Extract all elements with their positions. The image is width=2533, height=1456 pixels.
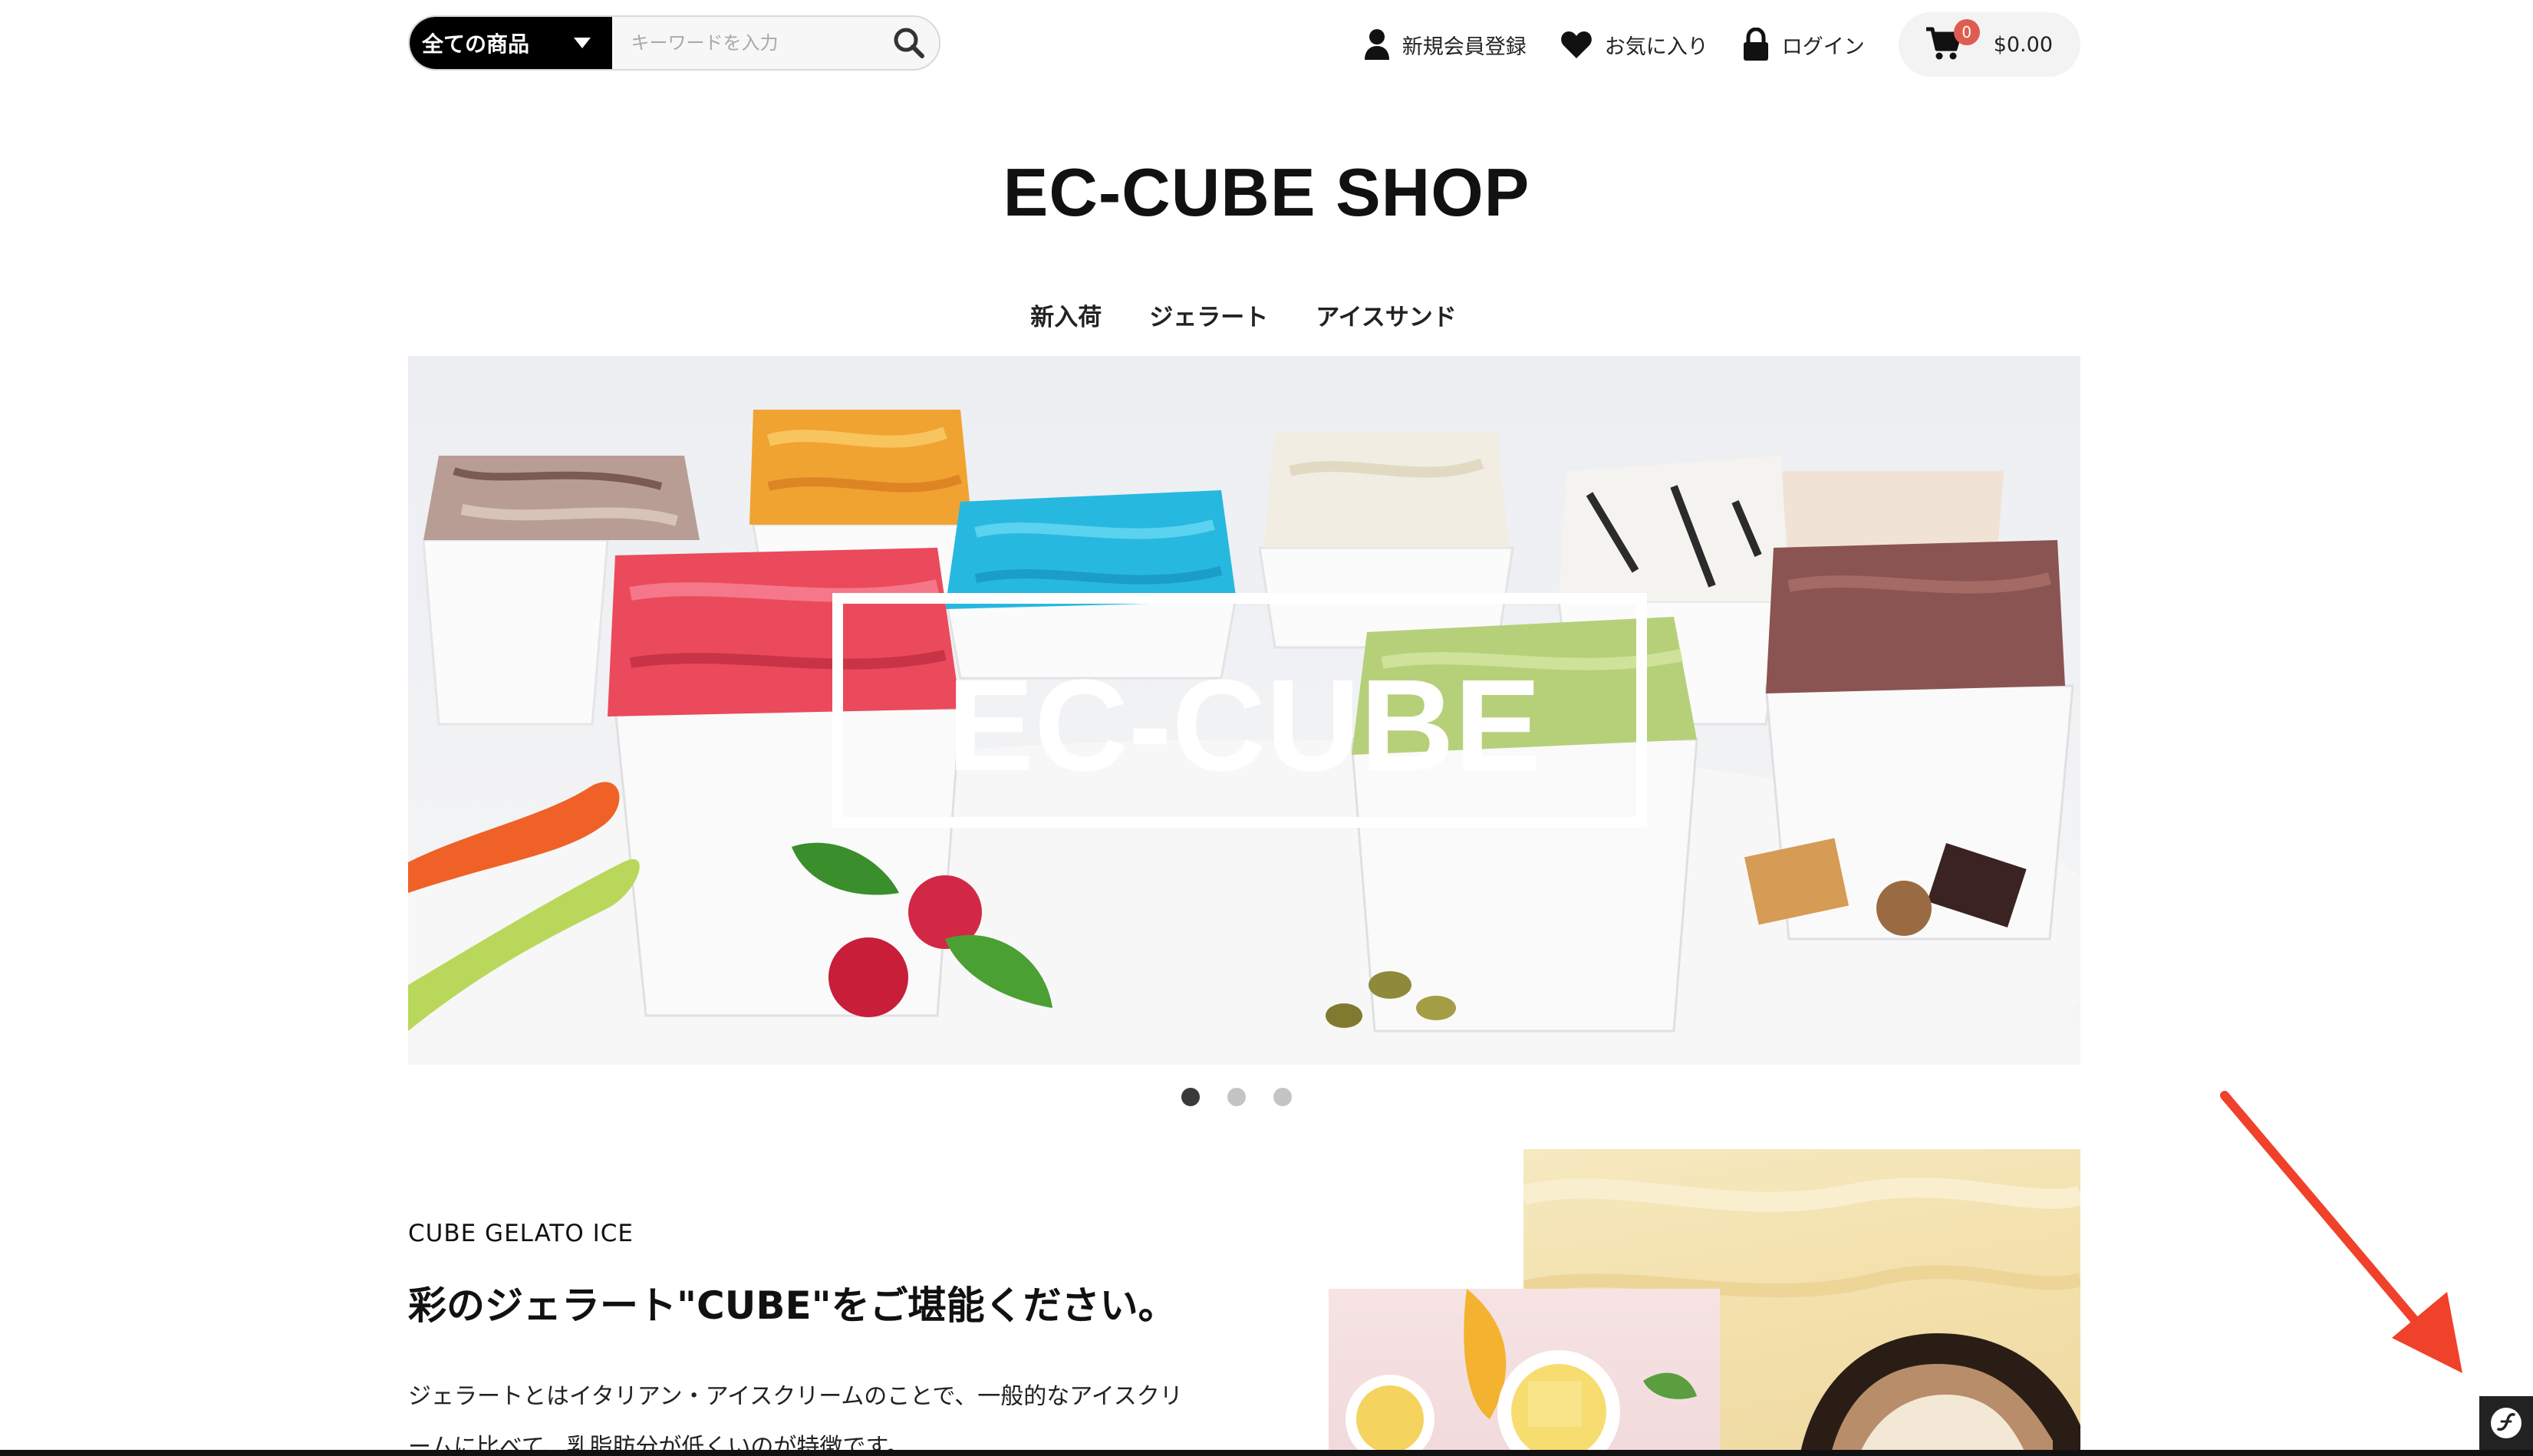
search-button[interactable]: [879, 17, 939, 69]
hero-overlay-text: EC-CUBE: [947, 653, 1541, 799]
favorites-link[interactable]: お気に入り: [1560, 30, 1708, 60]
gelato-cup-white: [1258, 433, 1514, 649]
cart-icon-wrap: 0: [1925, 19, 1980, 64]
hero-slider[interactable]: EC-CUBE: [408, 356, 2080, 1065]
pistachio: [1416, 996, 1456, 1020]
login-label: ログイン: [1781, 35, 1865, 59]
section-body: ジェラートとはイタリアン・アイスクリームのことで、一般的なアイスクリ ームに比べ…: [408, 1372, 1252, 1456]
section-headline: 彩のジェラート"CUBE"をご堪能ください。: [408, 1283, 1177, 1328]
register-link[interactable]: 新規会員登録: [1364, 28, 1527, 61]
shop-logo[interactable]: EC-CUBE SHOP: [0, 153, 2533, 232]
search-bar: 全ての商品: [408, 15, 940, 71]
debug-toolbar-edge: [0, 1450, 2533, 1456]
header: 全ての商品 新規会員登録: [408, 12, 2080, 77]
cart-total: $0.00: [1993, 32, 2053, 57]
section-eyebrow: CUBE GELATO ICE: [408, 1220, 634, 1247]
gelato-cup-blue: [944, 490, 1238, 680]
cart-count-badge: 0: [1953, 19, 1980, 45]
pistachio: [1369, 971, 1411, 999]
gelato-cup-red: [608, 548, 962, 1017]
lock-icon: [1743, 28, 1768, 61]
login-link[interactable]: ログイン: [1742, 28, 1865, 61]
search-input[interactable]: [612, 17, 880, 69]
slider-dot-2[interactable]: [1227, 1088, 1246, 1106]
gnav-item-gelato[interactable]: ジェラート: [1149, 298, 1268, 332]
page: 全ての商品 新規会員登録: [0, 0, 2533, 1456]
search-icon: [894, 28, 925, 58]
header-nav: 新規会員登録 お気に入り ログイン 0 $0.00: [1364, 12, 2080, 77]
global-nav: 新入荷 ジェラート アイスサンド: [0, 298, 2487, 332]
mango-gelato-photo: [1329, 1289, 1720, 1456]
gnav-item-ice-sandwich[interactable]: アイスサンド: [1316, 298, 1457, 332]
symfony-icon: [2491, 1408, 2521, 1438]
raspberry: [828, 937, 908, 1017]
slider-dots: [1181, 1088, 1292, 1106]
hazelnut: [1876, 881, 1932, 936]
gnav-item-new[interactable]: 新入荷: [1030, 298, 1102, 332]
pistachio: [1326, 1003, 1362, 1028]
register-label: 新規会員登録: [1402, 35, 1527, 59]
hero-image: EC-CUBE: [408, 410, 2080, 1065]
slider-dot-1[interactable]: [1181, 1088, 1200, 1106]
slider-dot-3[interactable]: [1273, 1088, 1292, 1106]
cart-button[interactable]: 0 $0.00: [1898, 12, 2080, 77]
user-icon: [1364, 29, 1389, 60]
mango-gelato-image: [1346, 1289, 1697, 1456]
heart-icon: [1560, 31, 1592, 58]
section-body-line: ジェラートとはイタリアン・アイスクリームのことで、一般的なアイスクリ: [408, 1383, 1183, 1410]
category-select-label: 全ての商品: [422, 31, 530, 57]
debug-toolbar-toggle[interactable]: [2479, 1396, 2533, 1450]
favorites-label: お気に入り: [1604, 35, 1708, 59]
category-select[interactable]: 全ての商品: [410, 17, 613, 69]
chevron-down-icon: [574, 38, 591, 48]
